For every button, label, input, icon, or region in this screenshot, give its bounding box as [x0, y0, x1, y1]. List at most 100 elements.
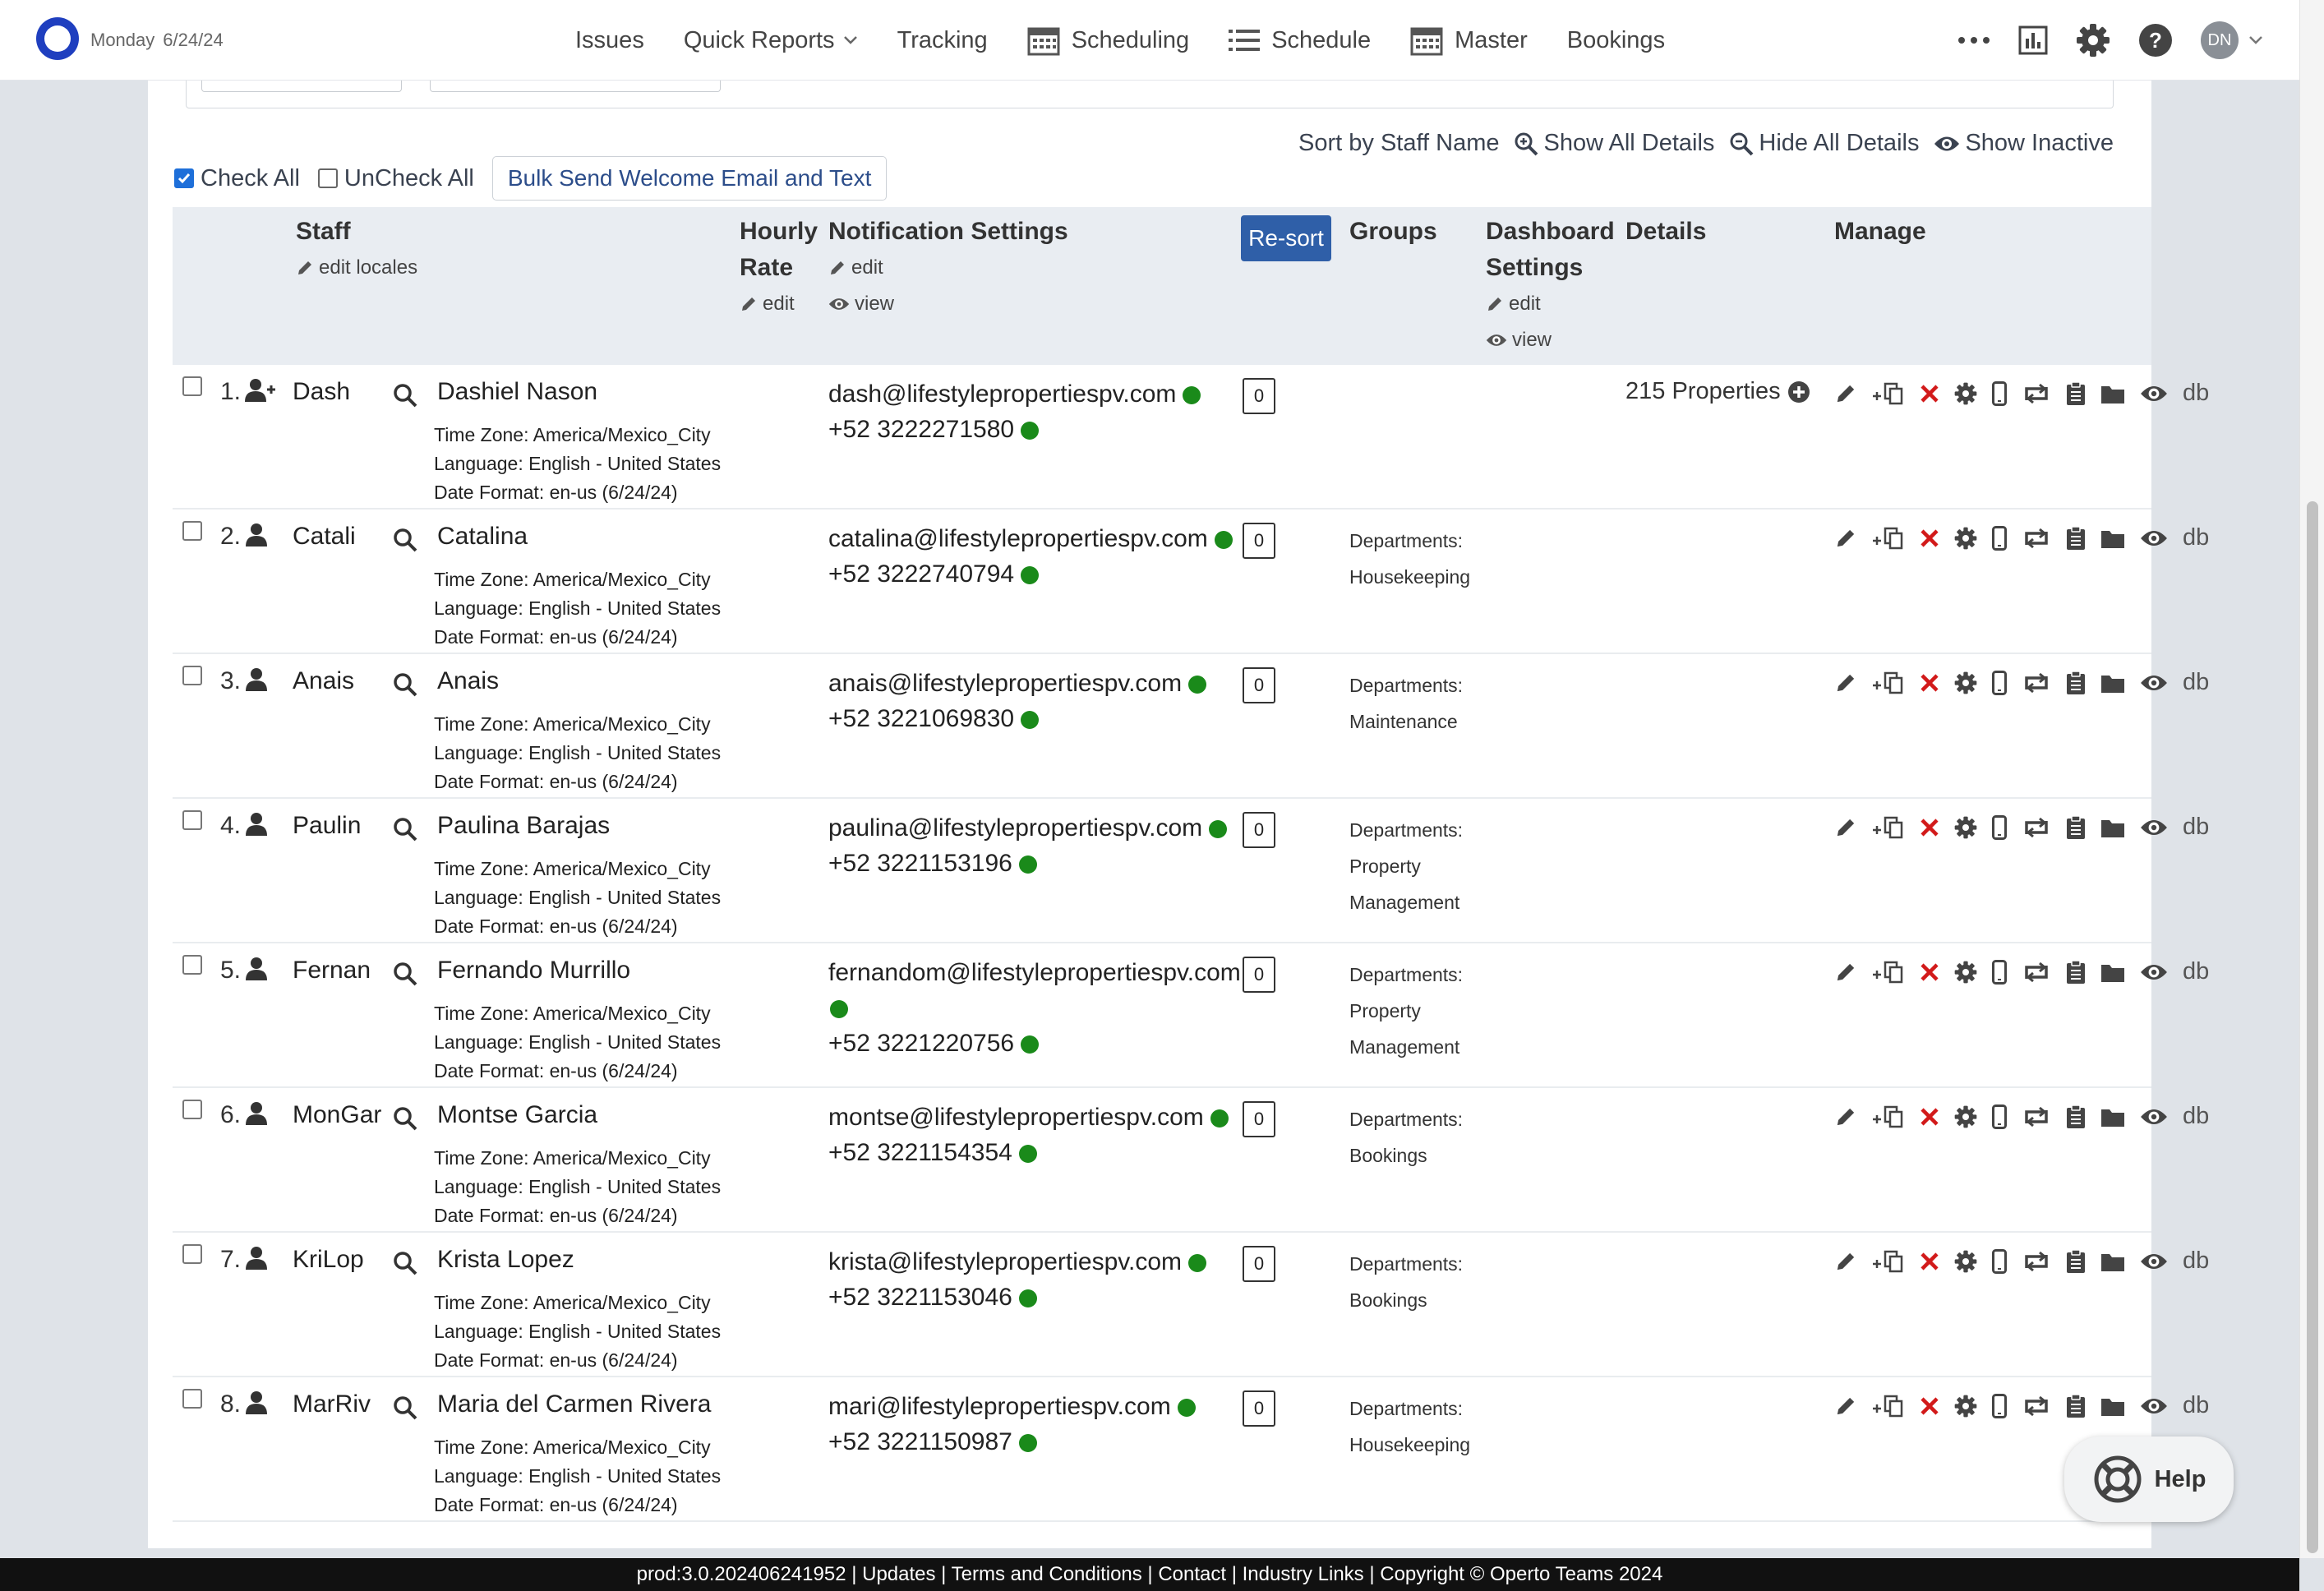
view-notification-link[interactable]: view: [828, 293, 894, 316]
empty-checkbox[interactable]: [317, 168, 338, 188]
duplicate-icon[interactable]: [1872, 526, 1905, 551]
staff-full-name[interactable]: Anais: [437, 667, 499, 695]
mobile-icon[interactable]: [1992, 380, 2007, 406]
show-all-details-button[interactable]: Show All Details: [1514, 130, 1714, 157]
gear-icon[interactable]: [1954, 671, 1977, 694]
folder-icon[interactable]: [2100, 383, 2125, 404]
gear-icon[interactable]: [1954, 382, 1977, 405]
mobile-icon[interactable]: [1992, 959, 2007, 985]
retweet-icon[interactable]: [2022, 1105, 2051, 1128]
staff-full-name[interactable]: Paulina Barajas: [437, 812, 610, 840]
db-link[interactable]: db: [2183, 1392, 2209, 1419]
row-checkbox[interactable]: [182, 955, 202, 975]
pencil-icon[interactable]: [1834, 382, 1857, 405]
row-checkbox[interactable]: [182, 376, 202, 396]
sort-order-input[interactable]: 0: [1243, 957, 1275, 993]
edit-hourly-link[interactable]: edit: [740, 293, 795, 316]
filter-input[interactable]: [430, 81, 721, 92]
delete-icon[interactable]: [1920, 962, 1939, 982]
mobile-icon[interactable]: [1992, 814, 2007, 840]
search-icon[interactable]: [393, 1251, 417, 1275]
edit-locales-link[interactable]: edit locales: [296, 256, 417, 279]
duplicate-icon[interactable]: [1872, 1249, 1905, 1274]
search-icon[interactable]: [393, 672, 417, 697]
db-link[interactable]: db: [2183, 814, 2209, 841]
staff-full-name[interactable]: Catalina: [437, 523, 528, 551]
nav-quick-reports[interactable]: Quick Reports: [684, 27, 858, 54]
gear-icon[interactable]: [1954, 527, 1977, 550]
folder-icon[interactable]: [2100, 962, 2125, 983]
pencil-icon[interactable]: [1834, 816, 1857, 839]
sort-order-input[interactable]: 0: [1243, 378, 1275, 414]
logo[interactable]: [36, 17, 79, 60]
uncheck-all[interactable]: UnCheck All: [317, 165, 474, 192]
clipboard-icon[interactable]: [2066, 959, 2086, 985]
eye-icon[interactable]: [2140, 673, 2168, 693]
edit-dashboard-link[interactable]: edit: [1486, 293, 1541, 316]
view-dashboard-link[interactable]: view: [1486, 329, 1552, 352]
eye-icon[interactable]: [2140, 528, 2168, 548]
search-icon[interactable]: [393, 1395, 417, 1420]
eye-icon[interactable]: [2140, 818, 2168, 837]
scrollbar-thumb[interactable]: [2307, 501, 2318, 1553]
search-icon[interactable]: [393, 817, 417, 842]
duplicate-icon[interactable]: [1872, 1394, 1905, 1418]
staff-full-name[interactable]: Dashiel Nason: [437, 378, 597, 406]
gear-icon[interactable]: [1954, 1250, 1977, 1273]
retweet-icon[interactable]: [2022, 961, 2051, 984]
db-link[interactable]: db: [2183, 958, 2209, 985]
delete-icon[interactable]: [1920, 528, 1939, 548]
sort-order-input[interactable]: 0: [1243, 523, 1275, 559]
duplicate-icon[interactable]: [1872, 815, 1905, 840]
clipboard-icon[interactable]: [2066, 670, 2086, 695]
clipboard-icon[interactable]: [2066, 380, 2086, 406]
search-icon[interactable]: [393, 528, 417, 552]
staff-full-name[interactable]: Montse Garcia: [437, 1101, 597, 1129]
pencil-icon[interactable]: [1834, 1395, 1857, 1418]
sort-order-input[interactable]: 0: [1243, 812, 1275, 848]
nav-schedule[interactable]: Schedule: [1229, 27, 1371, 54]
checked-checkbox[interactable]: [174, 168, 194, 188]
delete-icon[interactable]: [1920, 673, 1939, 693]
row-checkbox[interactable]: [182, 1100, 202, 1119]
edit-notification-link[interactable]: edit: [828, 256, 883, 279]
staff-full-name[interactable]: Krista Lopez: [437, 1246, 574, 1274]
db-link[interactable]: db: [2183, 669, 2209, 696]
eye-icon[interactable]: [2140, 1252, 2168, 1271]
staff-full-name[interactable]: Fernando Murrillo: [437, 957, 630, 985]
nav-issues[interactable]: Issues: [575, 27, 644, 54]
reports-icon[interactable]: [2018, 25, 2048, 55]
clipboard-icon[interactable]: [2066, 1393, 2086, 1418]
folder-icon[interactable]: [2100, 1251, 2125, 1272]
help-circle-icon[interactable]: ?: [2138, 23, 2173, 58]
nav-bookings[interactable]: Bookings: [1567, 27, 1665, 54]
search-icon[interactable]: [393, 1106, 417, 1131]
help-button[interactable]: Help: [2064, 1437, 2234, 1522]
gear-icon[interactable]: [1954, 816, 1977, 839]
pencil-icon[interactable]: [1834, 671, 1857, 694]
retweet-icon[interactable]: [2022, 382, 2051, 405]
row-checkbox[interactable]: [182, 810, 202, 830]
duplicate-icon[interactable]: [1872, 1104, 1905, 1129]
row-checkbox[interactable]: [182, 521, 202, 541]
row-checkbox[interactable]: [182, 666, 202, 685]
retweet-icon[interactable]: [2022, 816, 2051, 839]
eye-icon[interactable]: [2140, 384, 2168, 404]
pencil-icon[interactable]: [1834, 1105, 1857, 1128]
avatar[interactable]: DN: [2201, 21, 2239, 59]
mobile-icon[interactable]: [1992, 1104, 2007, 1129]
mobile-icon[interactable]: [1992, 670, 2007, 695]
sort-order-input[interactable]: 0: [1243, 1101, 1275, 1137]
pencil-icon[interactable]: [1834, 961, 1857, 984]
delete-icon[interactable]: [1920, 1252, 1939, 1271]
sort-order-input[interactable]: 0: [1243, 1390, 1275, 1427]
gear-icon[interactable]: [1954, 961, 1977, 984]
folder-icon[interactable]: [2100, 528, 2125, 549]
check-all[interactable]: Check All: [174, 165, 300, 192]
delete-icon[interactable]: [1920, 818, 1939, 837]
clipboard-icon[interactable]: [2066, 525, 2086, 551]
clipboard-icon[interactable]: [2066, 814, 2086, 840]
folder-icon[interactable]: [2100, 817, 2125, 838]
mobile-icon[interactable]: [1992, 525, 2007, 551]
more-icon[interactable]: [1957, 36, 1990, 44]
